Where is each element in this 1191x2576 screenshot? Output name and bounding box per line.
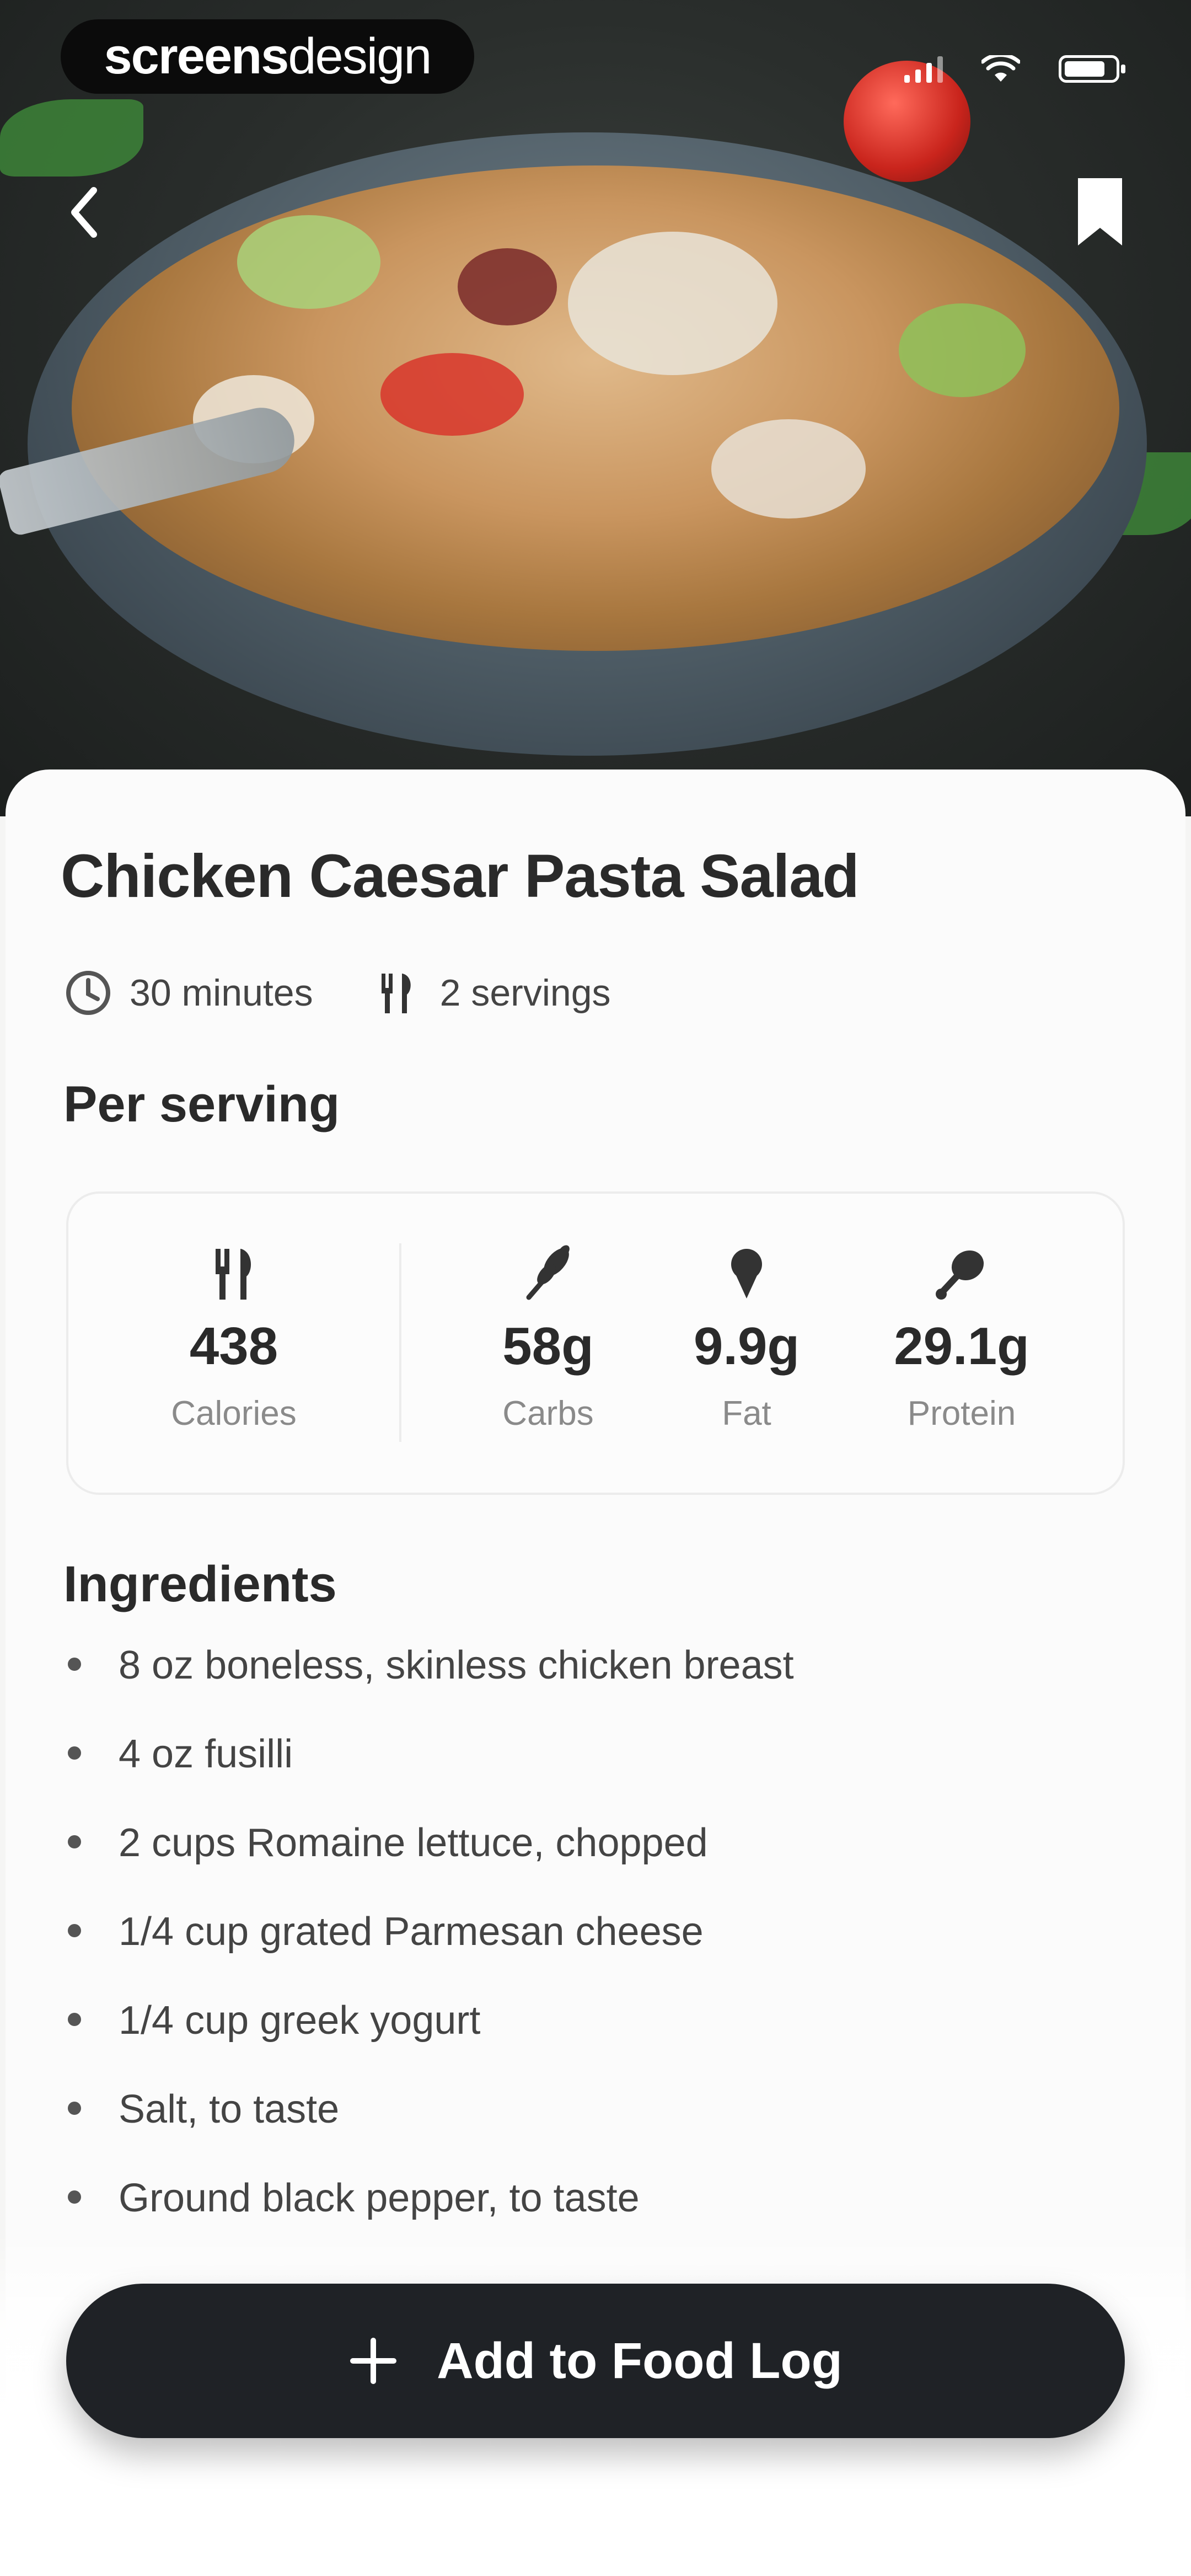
ingredient-item: Salt, to taste bbox=[63, 2077, 794, 2166]
back-arrow-icon[interactable] bbox=[55, 177, 116, 248]
carbs-value: 58g bbox=[502, 1317, 594, 1376]
protein-label: Protein bbox=[907, 1394, 1016, 1433]
status-bar bbox=[904, 55, 1125, 83]
signal-icon bbox=[904, 55, 943, 83]
ingredient-item: 2 cups Romaine lettuce, chopped bbox=[63, 1810, 794, 1899]
carbs-label: Carbs bbox=[502, 1394, 594, 1433]
cooking-time: 30 minutes bbox=[130, 972, 313, 1014]
nutrition-fat: 9.9g Fat bbox=[664, 1243, 829, 1433]
fat-label: Fat bbox=[722, 1394, 771, 1433]
utensils-icon bbox=[216, 1249, 251, 1300]
fat-value: 9.9g bbox=[693, 1317, 800, 1376]
wifi-icon bbox=[981, 55, 1020, 82]
nutrition-calories: 438 Calories bbox=[151, 1243, 316, 1433]
bookmark-icon[interactable] bbox=[1070, 174, 1130, 251]
battery-icon bbox=[1059, 55, 1125, 83]
servings-count: 2 servings bbox=[439, 972, 611, 1014]
ingredient-item: 4 oz fusilli bbox=[63, 1722, 794, 1810]
calories-value: 438 bbox=[189, 1317, 278, 1376]
clock-icon bbox=[66, 971, 110, 1015]
ingredient-item: 1/4 cup greek yogurt bbox=[63, 1988, 794, 2077]
recipe-meta: 30 minutes 2 servings bbox=[63, 968, 611, 1018]
recipe-screen: screensdesign Chicken Caesar Pasta Salad bbox=[0, 0, 1191, 2576]
brand-logo: screensdesign bbox=[61, 19, 474, 94]
ingredients-list: 8 oz boneless, skinless chicken breast 4… bbox=[63, 1633, 794, 2254]
nutrition-divider bbox=[399, 1243, 401, 1442]
add-to-food-log-button[interactable]: Add to Food Log bbox=[66, 2284, 1125, 2438]
ingredient-item: 1/4 cup grated Parmesan cheese bbox=[63, 1899, 794, 1988]
pasta-salad bbox=[72, 165, 1119, 651]
recipe-hero-image: screensdesign bbox=[0, 0, 1191, 816]
recipe-title: Chicken Caesar Pasta Salad bbox=[61, 842, 860, 910]
plus-icon bbox=[350, 2338, 397, 2384]
nutrition-card: 438 Calories 58g Carbs 9.9g Fat 29.1g Pr… bbox=[66, 1191, 1125, 1495]
ingredient-item: 8 oz boneless, skinless chicken breast bbox=[63, 1633, 794, 1722]
utensils-icon bbox=[381, 974, 411, 1013]
calories-label: Calories bbox=[171, 1394, 297, 1433]
nutrition-protein: 29.1g Protein bbox=[879, 1243, 1044, 1433]
leaf-decoration bbox=[0, 99, 143, 177]
ice-cream-icon bbox=[731, 1249, 762, 1298]
protein-value: 29.1g bbox=[894, 1317, 1029, 1376]
per-serving-heading: Per serving bbox=[63, 1076, 340, 1132]
nutrition-carbs: 58g Carbs bbox=[465, 1243, 631, 1433]
drumstick-icon bbox=[936, 1250, 984, 1300]
ingredients-heading: Ingredients bbox=[63, 1556, 337, 1612]
wheat-icon bbox=[526, 1245, 570, 1300]
add-to-food-log-label: Add to Food Log bbox=[437, 2332, 843, 2389]
